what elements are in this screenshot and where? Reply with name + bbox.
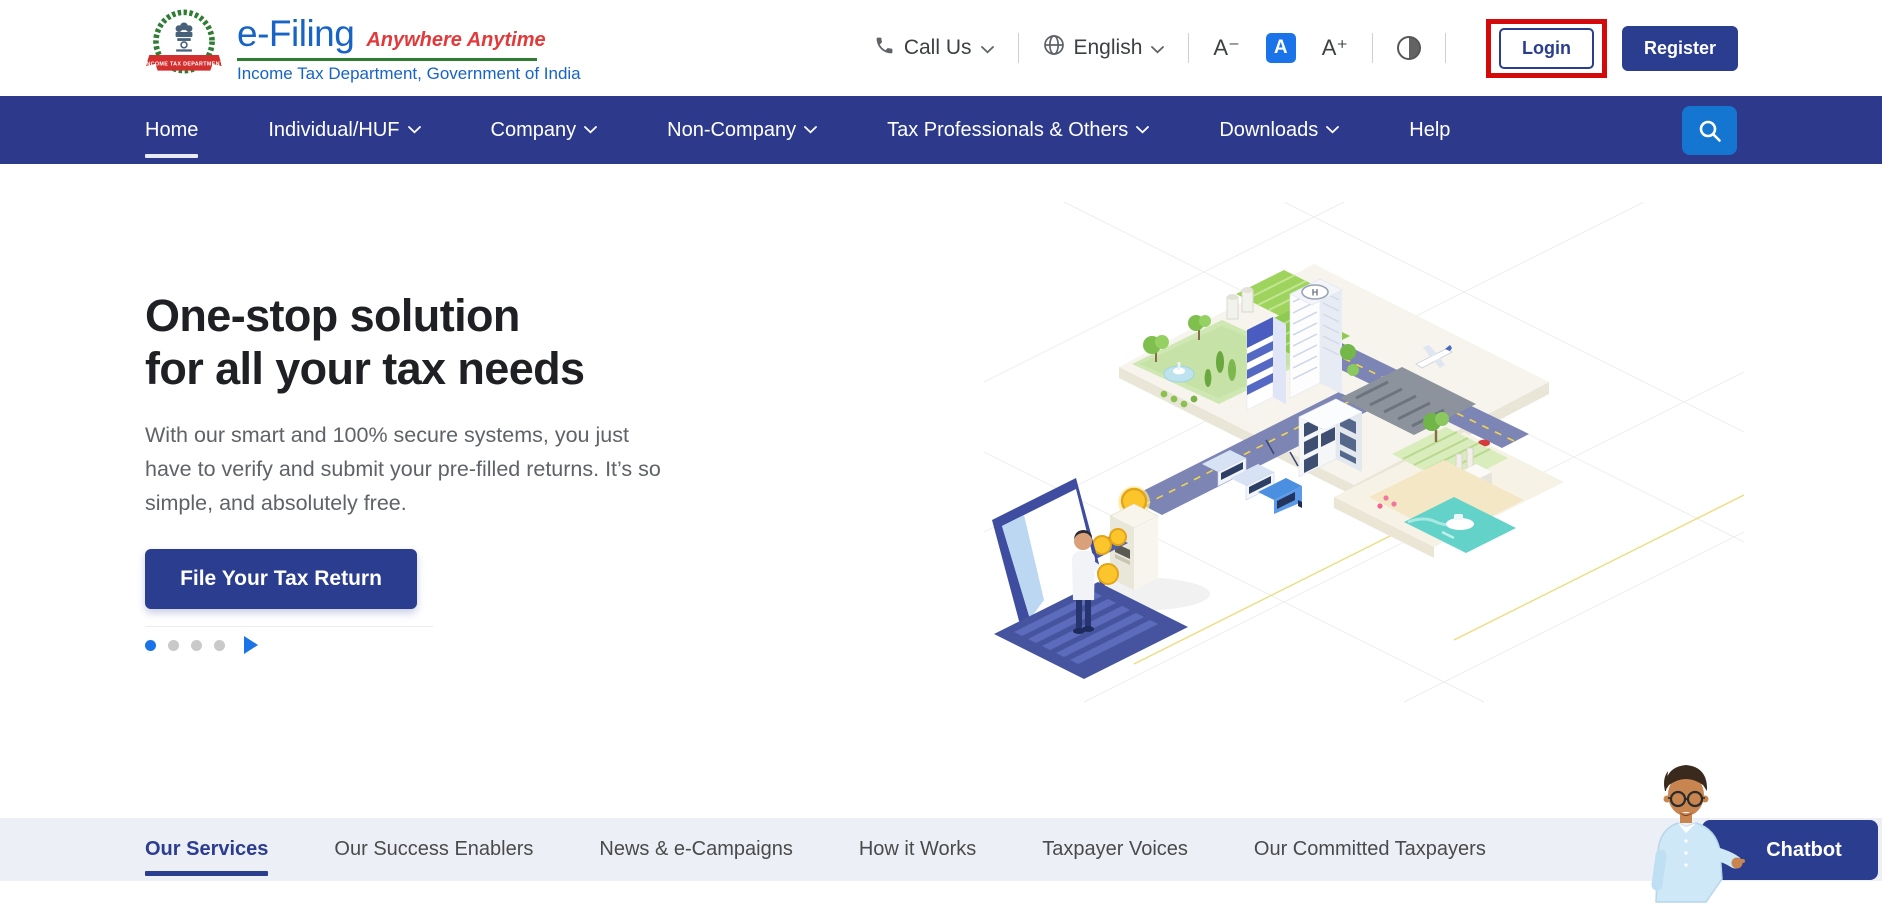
- tab-our-committed-taxpayers[interactable]: Our Committed Taxpayers: [1254, 818, 1486, 881]
- search-icon: [1697, 118, 1723, 144]
- logo-wordmark: e-Filing Anywhere Anytime Income Tax Dep…: [237, 13, 581, 84]
- nav-item-home[interactable]: Home: [145, 96, 198, 164]
- hero-section: One-stop solution for all your tax needs…: [0, 164, 1882, 818]
- tab-our-services[interactable]: Our Services: [145, 818, 268, 881]
- nav-label: Company: [491, 119, 577, 142]
- decrease-font-button[interactable]: A⁻: [1213, 37, 1239, 59]
- efiling-logo[interactable]: INCOME TAX DEPARTMENT e-Filing Anywhere …: [145, 9, 581, 88]
- hero-title: One-stop solution for all your tax needs: [145, 290, 765, 395]
- file-tax-return-button[interactable]: File Your Tax Return: [145, 549, 417, 609]
- nav-label: Help: [1409, 119, 1450, 142]
- tab-our-success-enablers[interactable]: Our Success Enablers: [334, 818, 533, 881]
- chevron-down-icon: [804, 126, 817, 134]
- divider: [1372, 33, 1373, 63]
- login-annotation-box: Login: [1486, 19, 1607, 78]
- nav-item-tax-professionals[interactable]: Tax Professionals & Others: [887, 96, 1149, 164]
- helipad-letter: H: [1312, 287, 1319, 297]
- divider: [1188, 33, 1189, 63]
- nav-label: Non-Company: [667, 119, 796, 142]
- call-us-label: Call Us: [904, 36, 972, 60]
- language-menu[interactable]: English: [1043, 34, 1165, 62]
- carousel-play-button[interactable]: [244, 636, 258, 654]
- contrast-toggle-icon[interactable]: [1397, 36, 1421, 60]
- nav-label: Individual/HUF: [268, 119, 399, 142]
- hero-description: With our smart and 100% secure systems, …: [145, 419, 665, 521]
- nav-label: Home: [145, 119, 198, 142]
- tab-news-e-campaigns[interactable]: News & e-Campaigns: [599, 818, 792, 881]
- carousel-dot-4[interactable]: [214, 640, 225, 651]
- nav-item-non-company[interactable]: Non-Company: [667, 96, 817, 164]
- phone-icon: [874, 35, 895, 62]
- logo-green-rule: [237, 58, 537, 61]
- hero-title-line1: One-stop solution: [145, 290, 520, 341]
- chevron-down-icon: [584, 126, 597, 134]
- default-font-button[interactable]: A: [1266, 33, 1296, 63]
- language-label: English: [1074, 36, 1143, 60]
- chatbot-button[interactable]: Chatbot: [1702, 820, 1878, 880]
- top-header: INCOME TAX DEPARTMENT e-Filing Anywhere …: [0, 0, 1882, 96]
- department-name: Income Tax Department, Government of Ind…: [237, 64, 581, 84]
- chevron-down-icon: [981, 36, 994, 60]
- carousel-dot-3[interactable]: [191, 640, 202, 651]
- section-tabbar: Our Services Our Success Enablers News &…: [0, 818, 1882, 881]
- font-size-controls: A⁻ A A⁺: [1213, 33, 1348, 63]
- call-us-menu[interactable]: Call Us: [874, 35, 994, 62]
- chevron-down-icon: [1151, 36, 1164, 60]
- main-nav: Home Individual/HUF Company Non-Company …: [0, 96, 1882, 164]
- nav-label: Tax Professionals & Others: [887, 119, 1128, 142]
- emblem-ribbon-text: INCOME TAX DEPARTMENT: [145, 61, 223, 67]
- brand-tagline: Anywhere Anytime: [366, 29, 545, 52]
- chevron-down-icon: [1136, 126, 1149, 134]
- city-illustration: H: [984, 202, 1744, 707]
- tab-taxpayer-voices[interactable]: Taxpayer Voices: [1042, 818, 1188, 881]
- tab-how-it-works[interactable]: How it Works: [859, 818, 976, 881]
- nav-item-company[interactable]: Company: [491, 96, 598, 164]
- blue-tower: [1247, 317, 1286, 410]
- login-button[interactable]: Login: [1499, 28, 1594, 69]
- hero-title-line2: for all your tax needs: [145, 343, 584, 394]
- nav-item-help[interactable]: Help: [1409, 96, 1450, 164]
- globe-icon: [1043, 34, 1065, 62]
- nav-item-downloads[interactable]: Downloads: [1219, 96, 1339, 164]
- carousel-dot-1[interactable]: [145, 640, 156, 651]
- divider: [1018, 33, 1019, 63]
- register-button[interactable]: Register: [1622, 26, 1738, 71]
- emblem-icon: INCOME TAX DEPARTMENT: [145, 9, 223, 88]
- nav-item-individual-huf[interactable]: Individual/HUF: [268, 96, 420, 164]
- increase-font-button[interactable]: A⁺: [1322, 37, 1348, 59]
- divider: [1445, 33, 1446, 63]
- carousel-divider: [145, 626, 433, 627]
- brand-name: e-Filing: [237, 13, 354, 55]
- carousel-dot-2[interactable]: [168, 640, 179, 651]
- carousel-controls: [145, 636, 765, 654]
- hero-text-block: One-stop solution for all your tax needs…: [145, 290, 765, 654]
- chevron-down-icon: [408, 126, 421, 134]
- header-controls: Call Us English A⁻ A A⁺ Login Registe: [874, 19, 1738, 78]
- chevron-down-icon: [1326, 126, 1339, 134]
- search-button[interactable]: [1682, 106, 1737, 155]
- nav-label: Downloads: [1219, 119, 1318, 142]
